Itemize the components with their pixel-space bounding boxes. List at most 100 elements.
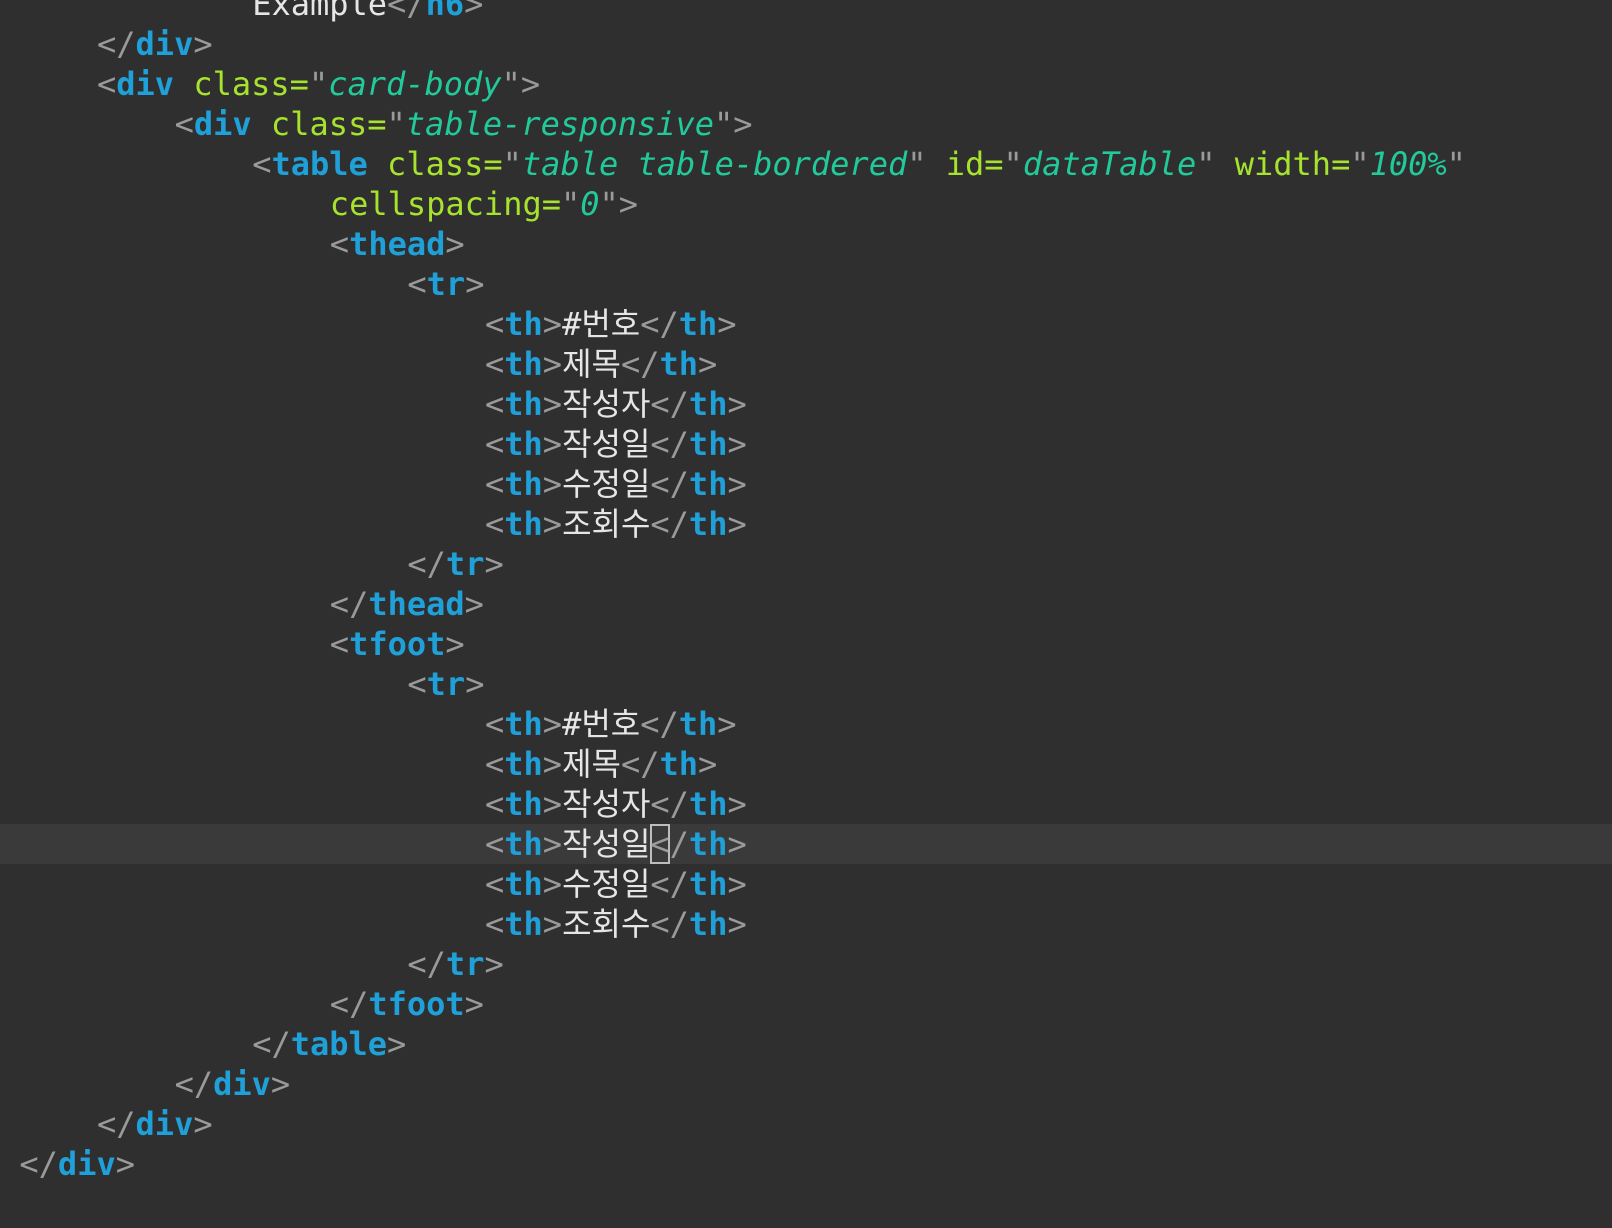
code-token-text: 제목 xyxy=(562,745,621,783)
code-token-punct: " xyxy=(714,105,734,143)
code-line[interactable]: <tr> xyxy=(0,664,1612,704)
code-token-punct: < xyxy=(485,305,505,343)
code-line[interactable]: </div> xyxy=(0,1144,1612,1184)
code-token-punct: > xyxy=(542,305,563,343)
code-line[interactable]: <tr> xyxy=(0,264,1612,304)
code-line[interactable]: <th>제목</th> xyxy=(0,344,1612,384)
code-token-punct xyxy=(174,65,193,103)
code-token-punct: > xyxy=(520,65,541,103)
code-token-tag: th xyxy=(688,465,728,503)
code-line[interactable]: Example</h6> xyxy=(0,0,1612,24)
code-token-punct: > xyxy=(484,945,504,983)
code-token-punct: < xyxy=(329,625,350,663)
code-token-punct: </ xyxy=(252,1025,291,1063)
code-token-tag: h6 xyxy=(425,0,465,23)
code-line[interactable]: </div> xyxy=(0,1104,1612,1144)
code-token-tag: th xyxy=(688,505,728,543)
code-line[interactable]: <th>작성일</th> xyxy=(0,424,1612,464)
code-token-tag: th xyxy=(504,345,543,383)
code-token-punct: </ xyxy=(174,1065,214,1103)
code-token-tag: tr xyxy=(426,665,466,703)
code-token-punct: < xyxy=(407,265,427,303)
code-token-punct: < xyxy=(407,665,427,703)
code-line[interactable]: <div class="table-responsive"> xyxy=(0,104,1612,144)
code-line[interactable]: <th>#번호</th> xyxy=(0,304,1612,344)
code-line[interactable]: cellspacing="0"> xyxy=(0,184,1612,224)
code-token-punct: " xyxy=(560,185,581,223)
code-token-tag: th xyxy=(688,385,728,423)
code-token-punct: > xyxy=(727,505,747,543)
code-token-punct: < xyxy=(485,345,505,383)
code-editor[interactable]: Example</h6> </div> <div class="card-body"… xyxy=(0,0,1612,1228)
code-token-punct: > xyxy=(445,225,465,263)
code-token-punct: </ xyxy=(97,1105,136,1143)
code-token-tag: th xyxy=(504,865,543,903)
code-token-tag: tfoot xyxy=(368,985,465,1023)
code-token-punct: > xyxy=(542,505,563,543)
code-token-tag: th xyxy=(504,825,543,863)
code-line[interactable]: <tfoot> xyxy=(0,624,1612,664)
code-token-text: 수정일 xyxy=(562,465,651,503)
code-line[interactable]: <th>수정일</th> xyxy=(0,864,1612,904)
code-token-punct: </ xyxy=(97,25,136,63)
code-token-punct: / xyxy=(669,825,689,863)
code-token-str: table-responsive xyxy=(405,105,715,143)
code-token-punct: > xyxy=(270,1065,291,1103)
code-token-punct: > xyxy=(698,345,718,383)
code-line[interactable]: </div> xyxy=(0,24,1612,64)
code-token-punct: > xyxy=(727,385,747,423)
code-token-str: card-body xyxy=(328,65,502,103)
code-line[interactable] xyxy=(0,1184,1612,1224)
code-line[interactable]: <th>수정일</th> xyxy=(0,464,1612,504)
code-line[interactable]: </tr> xyxy=(0,544,1612,584)
code-line[interactable]: <th>작성자</th> xyxy=(0,384,1612,424)
code-line[interactable]: </div> xyxy=(0,1064,1612,1104)
code-line[interactable]: </tfoot> xyxy=(0,984,1612,1024)
code-line[interactable]: </table> xyxy=(0,1024,1612,1064)
code-token-punct: </ xyxy=(650,505,689,543)
code-line[interactable]: <th>제목</th> xyxy=(0,744,1612,784)
code-line[interactable]: <thead> xyxy=(0,224,1612,264)
code-token-attr: cellspacing xyxy=(329,185,542,223)
code-line[interactable]: </tr> xyxy=(0,944,1612,984)
code-token-punct: > xyxy=(542,425,563,463)
code-token-tag: th xyxy=(688,425,728,463)
code-token-punct: </ xyxy=(650,425,689,463)
code-token-punct xyxy=(368,145,387,183)
code-token-tag: th xyxy=(688,905,728,943)
code-line[interactable]: <th>#번호</th> xyxy=(0,704,1612,744)
code-line[interactable]: <div class="card-body"> xyxy=(0,64,1612,104)
current-code-line[interactable]: <th>작성일</th> xyxy=(0,824,1612,864)
code-line[interactable]: </thead> xyxy=(0,584,1612,624)
code-line[interactable]: <th>조회수</th> xyxy=(0,504,1612,544)
code-token-punct: > xyxy=(542,825,563,863)
code-token-punct: > xyxy=(542,905,563,943)
code-token-punct: > xyxy=(542,465,563,503)
code-token-punct: </ xyxy=(640,705,679,743)
code-token-punct: " xyxy=(308,65,329,103)
code-token-punct: " xyxy=(907,145,927,183)
code-token-punct: < xyxy=(329,225,350,263)
code-token-punct: > xyxy=(387,1025,407,1063)
code-token-tag: tr xyxy=(445,945,485,983)
code-line[interactable]: <th>조회수</th> xyxy=(0,904,1612,944)
code-token-attr: width xyxy=(1234,145,1332,183)
code-line[interactable]: .. xyxy=(0,1224,1612,1228)
code-line[interactable]: <th>작성자</th> xyxy=(0,784,1612,824)
code-line[interactable]: <table class="table table-bordered" id="… xyxy=(0,144,1612,184)
code-token-tag: thead xyxy=(368,585,465,623)
code-token-tag: th xyxy=(504,305,543,343)
code-token-punct: </ xyxy=(620,745,660,783)
code-token-punct: </ xyxy=(650,385,689,423)
code-token-tag: div xyxy=(135,1105,194,1143)
code-token-punct: > xyxy=(727,905,747,943)
code-token-punct: < xyxy=(485,505,505,543)
code-token-text: 작성일 xyxy=(562,425,651,463)
code-token-punct: > xyxy=(727,865,747,903)
code-token-attr: id xyxy=(945,145,985,183)
code-token-punct xyxy=(926,145,945,183)
code-token-punct: </ xyxy=(387,0,426,23)
code-token-punct: > xyxy=(193,1105,213,1143)
code-token-tag: div xyxy=(116,65,175,103)
code-token-text: 작성자 xyxy=(562,385,651,423)
